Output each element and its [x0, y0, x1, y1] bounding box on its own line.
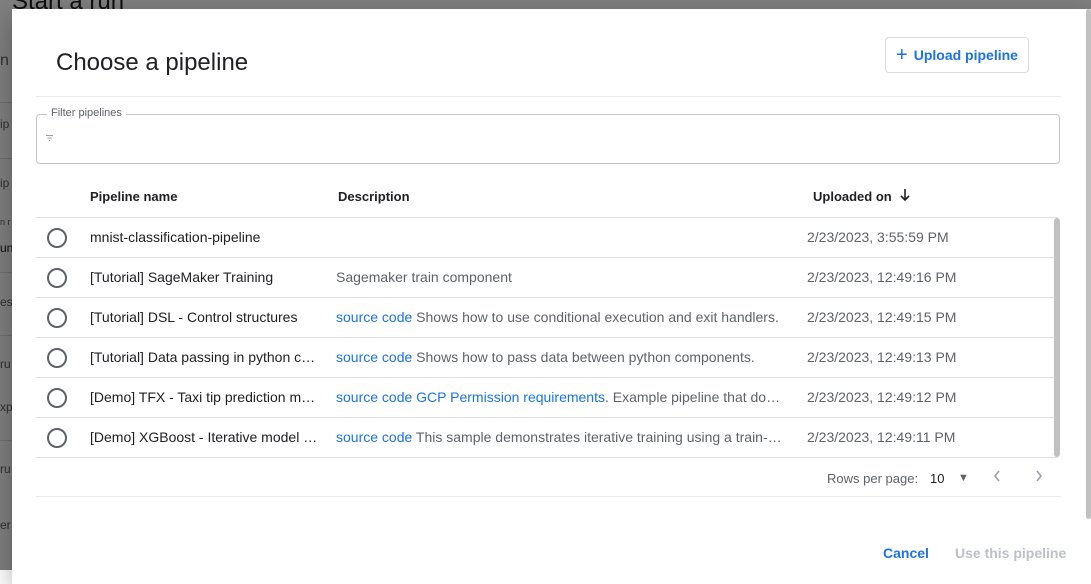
uploaded-on: 2/23/2023, 12:49:11 PM	[807, 429, 956, 445]
row-radio-button[interactable]	[47, 428, 67, 448]
upload-pipeline-label: Upload pipeline	[913, 47, 1018, 63]
chevron-left-icon[interactable]	[992, 467, 1002, 488]
table-footer-divider	[36, 496, 1061, 497]
pipeline-description: Sagemaker train component	[336, 269, 786, 285]
pipeline-name: [Tutorial] SageMaker Training	[90, 269, 274, 285]
table-row[interactable]: [Demo] XGBoost - Iterative model trainin…	[36, 418, 1058, 458]
plus-icon: +	[896, 44, 908, 66]
row-radio-button[interactable]	[47, 308, 67, 328]
row-radio-button[interactable]	[47, 388, 67, 408]
caret-down-icon[interactable]: ▼	[958, 472, 969, 484]
header-divider	[36, 96, 1061, 97]
upload-pipeline-button[interactable]: + Upload pipeline	[885, 37, 1029, 73]
filter-label: Filter pipelines	[47, 107, 126, 119]
pipeline-name: [Demo] XGBoost - Iterative model trainin…	[90, 429, 320, 445]
table-row[interactable]: [Demo] TFX - Taxi tip prediction model t…	[36, 378, 1058, 418]
choose-pipeline-dialog: Choose a pipeline + Upload pipeline Filt…	[12, 9, 1091, 584]
row-radio-button[interactable]	[47, 348, 67, 368]
rows-per-page-label: Rows per page:	[827, 471, 919, 486]
filter-pipelines-input[interactable]	[61, 127, 1045, 153]
dialog-title: Choose a pipeline	[56, 49, 249, 76]
pipeline-description: source code This sample demonstrates ite…	[336, 429, 786, 445]
pipeline-name: [Tutorial] Data passing in python compon…	[90, 349, 320, 365]
uploaded-on: 2/23/2023, 12:49:15 PM	[807, 309, 957, 325]
table-row[interactable]: [Tutorial] DSL - Control structures sour…	[36, 298, 1058, 338]
column-header-uploaded[interactable]: Uploaded on	[813, 189, 910, 204]
uploaded-on: 2/23/2023, 3:55:59 PM	[807, 229, 949, 245]
description-text: Shows how to use conditional execution a…	[412, 309, 779, 325]
table-row[interactable]: [Tutorial] Data passing in python compon…	[36, 338, 1058, 378]
pipeline-description: source code Shows how to use conditional…	[336, 309, 786, 325]
pipeline-name: [Tutorial] DSL - Control structures	[90, 309, 298, 325]
source-code-link[interactable]: source code	[336, 429, 412, 445]
cancel-button[interactable]: Cancel	[883, 545, 929, 561]
table-row[interactable]: [Tutorial] SageMaker Training Sagemaker …	[36, 258, 1058, 298]
chevron-right-icon[interactable]	[1034, 467, 1044, 488]
filter-pipelines-field[interactable]: Filter pipelines	[36, 107, 1060, 164]
gcp-permission-link[interactable]: GCP Permission requirements	[412, 389, 605, 405]
filter-icon	[46, 133, 53, 144]
column-header-description[interactable]: Description	[338, 189, 410, 204]
uploaded-on: 2/23/2023, 12:49:12 PM	[807, 389, 957, 405]
pipeline-description: source code GCP Permission requirements.…	[336, 389, 786, 405]
source-code-link[interactable]: source code	[336, 309, 412, 325]
description-text: Shows how to pass data between python co…	[412, 349, 755, 365]
description-text: Sagemaker train component	[336, 269, 512, 285]
rows-per-page-select[interactable]: 10	[930, 471, 944, 486]
column-header-uploaded-label: Uploaded on	[813, 189, 892, 204]
column-header-name[interactable]: Pipeline name	[90, 189, 177, 204]
table-scrollbar[interactable]	[1054, 218, 1060, 457]
arrow-down-icon	[900, 189, 910, 204]
source-code-link[interactable]: source code	[336, 389, 412, 405]
table-row[interactable]: mnist-classification-pipeline 2/23/2023,…	[36, 218, 1058, 258]
pipeline-name: [Demo] TFX - Taxi tip prediction model t…	[90, 389, 320, 405]
uploaded-on: 2/23/2023, 12:49:16 PM	[807, 269, 957, 285]
uploaded-on: 2/23/2023, 12:49:13 PM	[807, 349, 957, 365]
pipeline-name: mnist-classification-pipeline	[90, 229, 261, 245]
pipeline-description: source code Shows how to pass data betwe…	[336, 349, 786, 365]
use-this-pipeline-button[interactable]: Use this pipeline	[955, 545, 1066, 561]
source-code-link[interactable]: source code	[336, 349, 412, 365]
description-text: . Example pipeline that does classificat…	[604, 389, 786, 405]
dialog-scrollbar[interactable]	[1086, 9, 1091, 519]
description-text: This sample demonstrates iterative train…	[415, 429, 786, 445]
row-radio-button[interactable]	[47, 228, 67, 248]
row-radio-button[interactable]	[47, 268, 67, 288]
